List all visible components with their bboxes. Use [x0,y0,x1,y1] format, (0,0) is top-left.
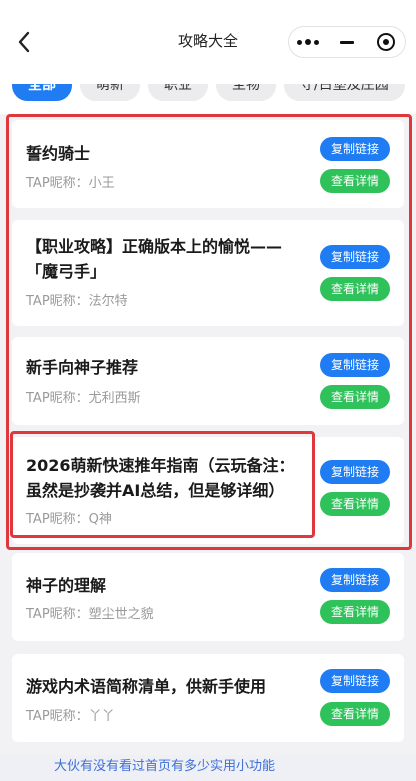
copy-link-button[interactable]: 复制链接 [320,669,390,693]
article-card[interactable]: 2026萌新快速推年指南（云玩备注：虽然是抄袭并AI总结，但是够详细） TAP昵… [12,437,404,544]
tab-relic[interactable]: 圣物 [216,84,276,101]
view-detail-button[interactable]: 查看详情 [320,385,390,409]
category-tabs: 全部 萌新 职业 圣物 守/占堡及庄园 [0,84,416,114]
article-author: TAP昵称：尤利西斯 [26,391,141,406]
article-card[interactable]: 游戏内术语简称清单，供新手使用 TAP昵称：丫丫 复制链接 查看详情 [12,654,404,742]
copy-link-button[interactable]: 复制链接 [320,568,390,592]
close-target-icon [376,33,395,51]
article-card[interactable]: 新手向神子推荐 TAP昵称：尤利西斯 复制链接 查看详情 [12,337,404,425]
view-detail-button[interactable]: 查看详情 [320,169,390,193]
more-dots-icon [297,39,320,45]
article-author: TAP昵称：法尔特 [26,294,128,309]
minimize-icon [340,40,354,44]
view-detail-button[interactable]: 查看详情 [320,492,390,516]
navbar: 攻略大全 [0,0,416,84]
article-card[interactable]: 誓约骑士 TAP昵称：小王 复制链接 查看详情 [12,120,404,208]
article-author: TAP昵称：小王 [26,176,115,191]
copy-link-button[interactable]: 复制链接 [320,353,390,377]
article-author: TAP昵称：Q神 [26,512,112,527]
tab-class[interactable]: 职业 [148,84,208,101]
tab-newbie[interactable]: 萌新 [80,84,140,101]
article-title: 游戏内术语简称清单，供新手使用 [26,677,267,696]
view-detail-button[interactable]: 查看详情 [320,702,390,726]
tab-castle-manor[interactable]: 守/占堡及庄园 [284,84,405,101]
article-title: 誓约骑士 [26,144,91,163]
tab-all[interactable]: 全部 [12,84,72,101]
article-title: 新手向神子推荐 [26,358,139,377]
article-title: 2026萌新快速推年指南（云玩备注：虽然是抄袭并AI总结，但是够详细） [26,456,295,500]
copy-link-button[interactable]: 复制链接 [320,460,390,484]
article-title: 【职业攻略】正确版本上的愉悦——「魔弓手」 [26,237,283,281]
footer-link[interactable]: 大伙有没有看过首页有多少实用小功能 [0,755,416,781]
minimize-button[interactable] [328,27,367,57]
article-card[interactable]: 【职业攻略】正确版本上的愉悦——「魔弓手」 TAP昵称：法尔特 复制链接 查看详… [12,220,404,326]
mini-program-capsule [288,26,406,58]
article-card[interactable]: 神子的理解 TAP昵称：塑尘世之貌 复制链接 查看详情 [12,553,404,641]
article-title: 神子的理解 [26,576,107,595]
copy-link-button[interactable]: 复制链接 [320,137,390,161]
close-button[interactable] [366,27,405,57]
more-button[interactable] [289,27,328,57]
view-detail-button[interactable]: 查看详情 [320,600,390,624]
article-author: TAP昵称：塑尘世之貌 [26,607,154,622]
view-detail-button[interactable]: 查看详情 [320,277,390,301]
copy-link-button[interactable]: 复制链接 [320,245,390,269]
article-author: TAP昵称：丫丫 [26,709,115,724]
